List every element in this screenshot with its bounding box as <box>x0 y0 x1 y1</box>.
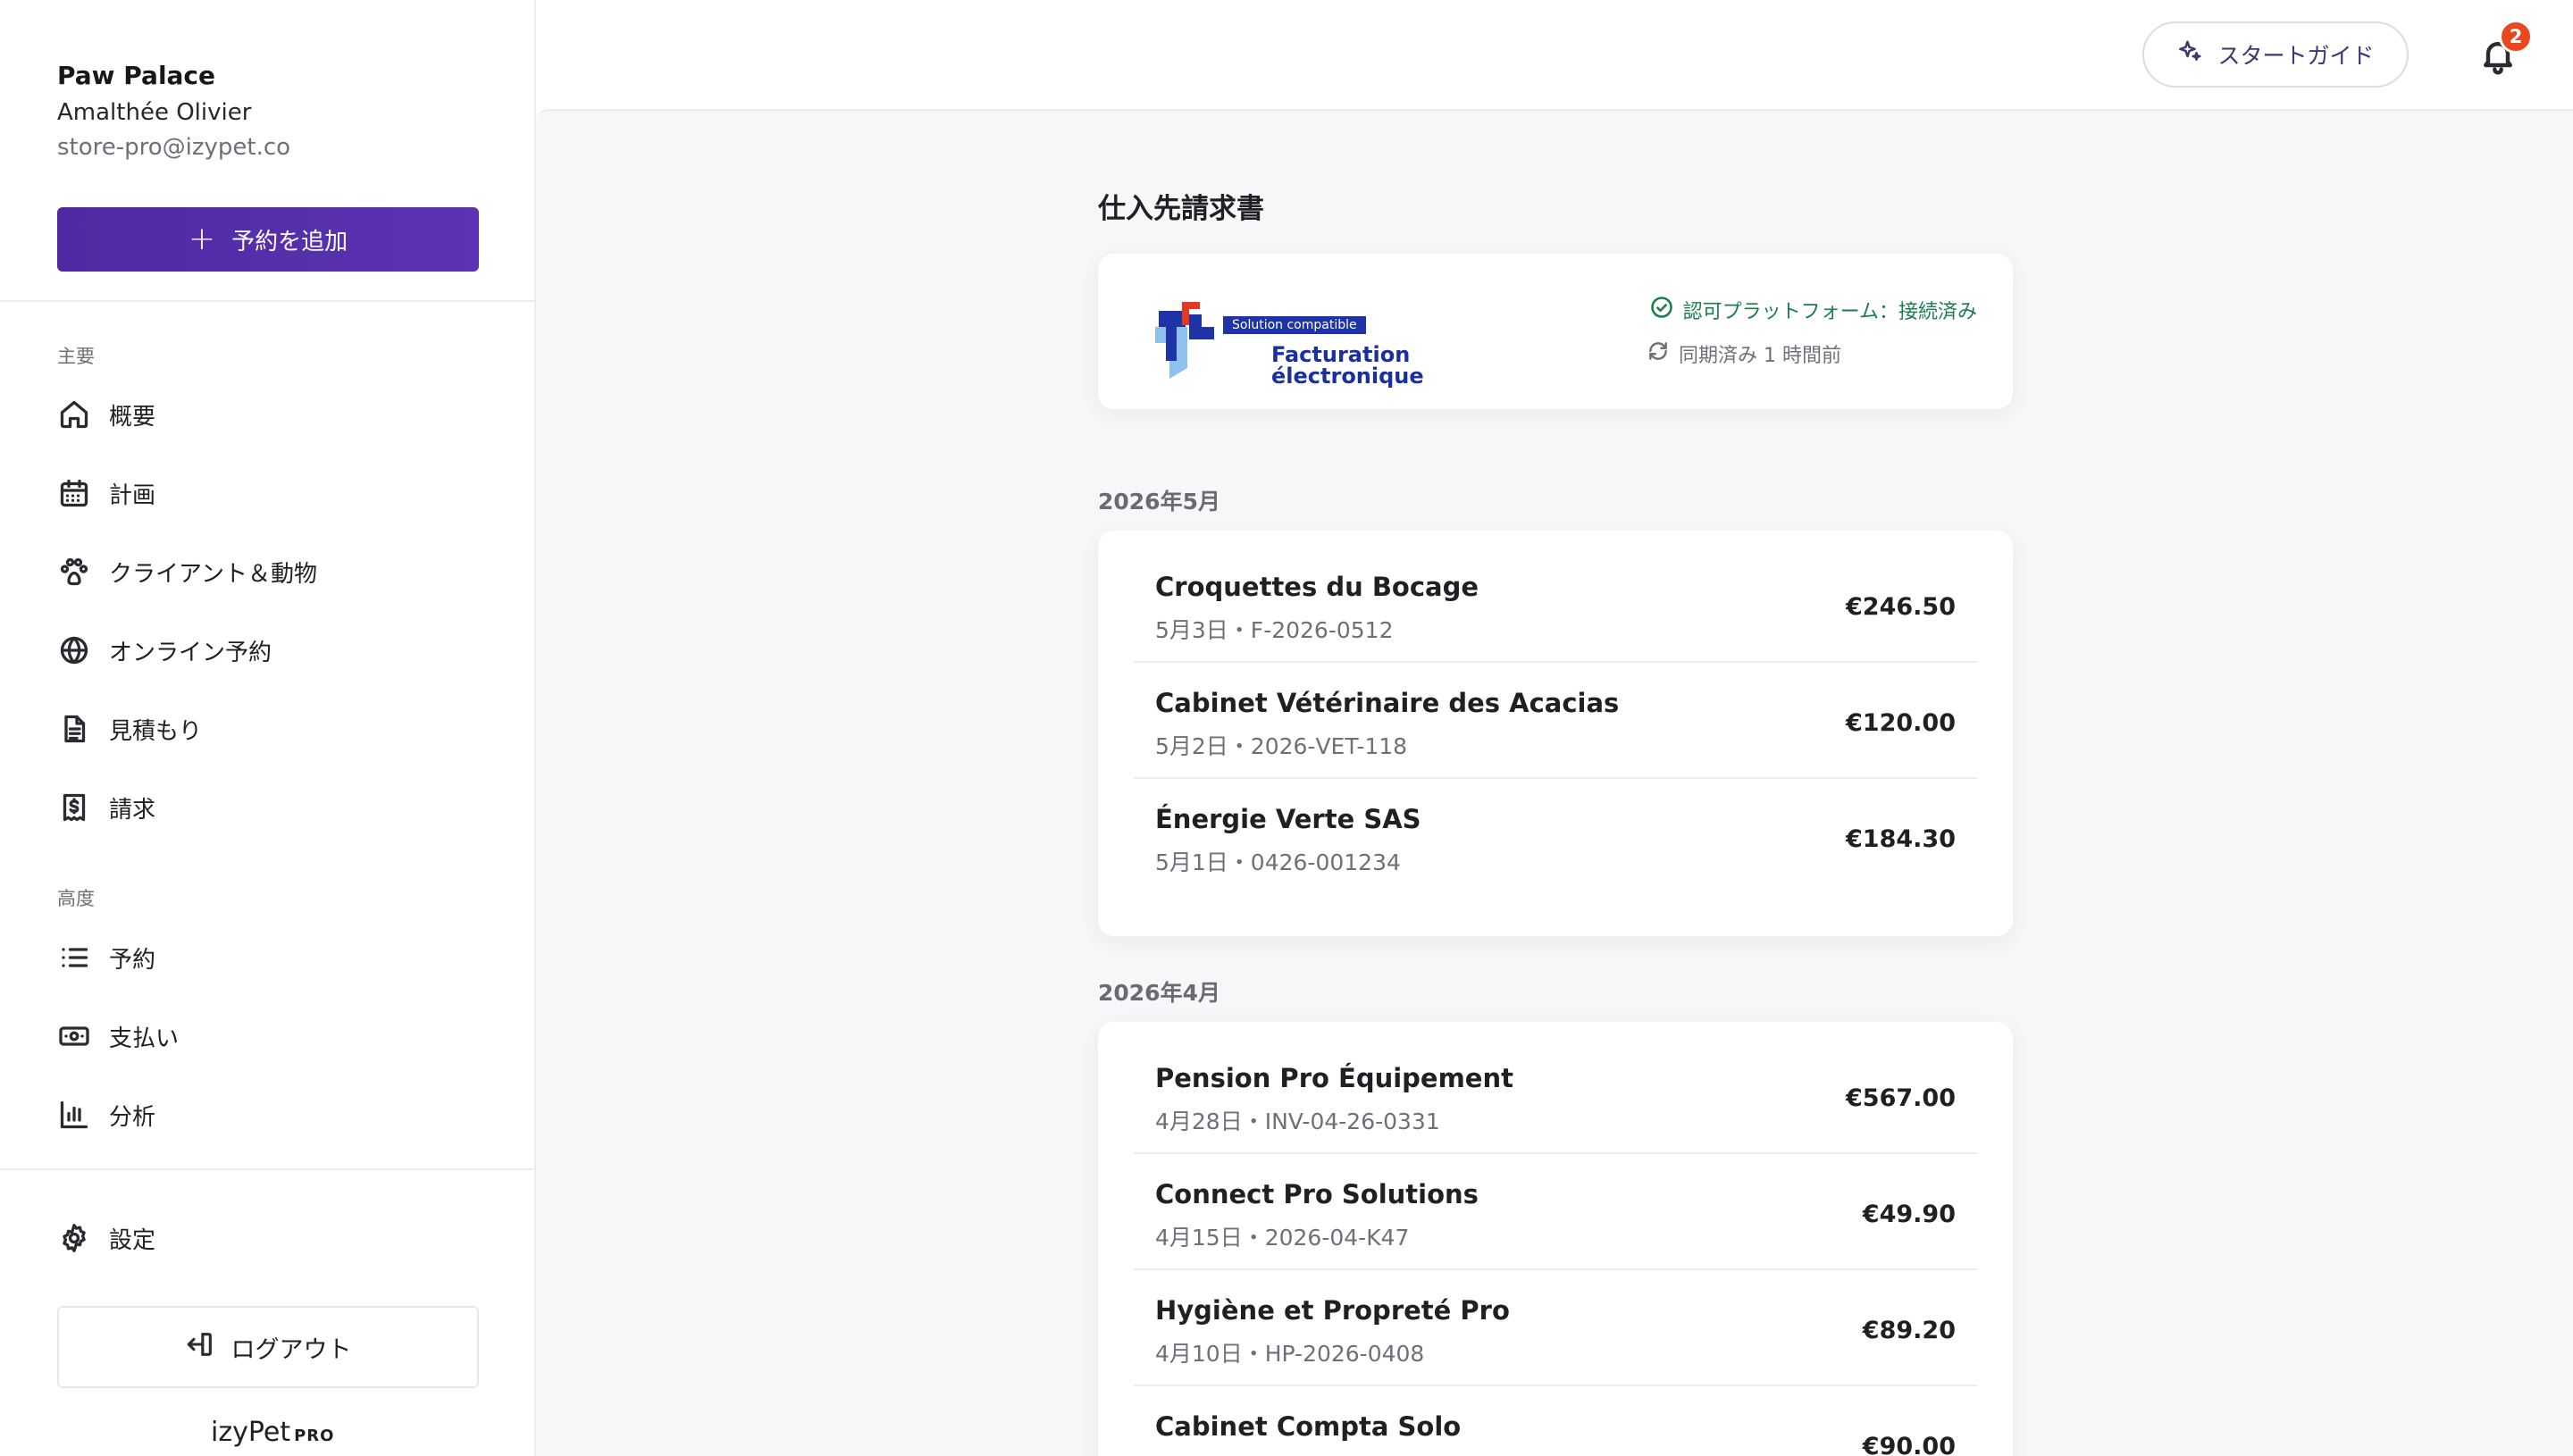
sidebar-item-label: 分析 <box>109 1103 156 1131</box>
sidebar-item-overview[interactable]: 概要 <box>57 388 479 441</box>
sidebar-item-label: 見積もり <box>109 717 203 745</box>
brand-suffix: PRO <box>294 1427 335 1445</box>
invoice-meta: 5月3日・F-2026-0512 <box>1155 617 1394 643</box>
invoice-row[interactable]: Cabinet Vétérinaire des Acacias 5月2日・202… <box>1134 663 1977 779</box>
cash-icon <box>57 1019 91 1053</box>
section-label-advanced: 高度 <box>57 888 95 909</box>
logout-icon <box>185 1329 215 1366</box>
sidebar-item-label: 計画 <box>109 481 156 509</box>
sidebar-item-label: 概要 <box>109 403 156 431</box>
document-icon <box>57 712 91 746</box>
sync-status: 同期済み 1 時間前 <box>1647 339 1841 368</box>
sidebar: Paw Palace Amalthée Olivier store-pro@iz… <box>0 0 536 1456</box>
month-label: 2026年5月 <box>1098 489 1220 515</box>
sidebar-item-clients[interactable]: クライアント＆動物 <box>57 545 479 598</box>
invoice-row[interactable]: Connect Pro Solutions 4月15日・2026-04-K47 … <box>1134 1154 1977 1270</box>
einvoice-line2: électronique <box>1271 364 1424 389</box>
brand-logo: izyPet PRO <box>211 1417 334 1448</box>
sync-status-text: 同期済み 1 時間前 <box>1679 345 1841 367</box>
einvoice-tag: Solution compatible <box>1223 316 1366 334</box>
sidebar-item-billing[interactable]: 請求 <box>57 781 479 834</box>
start-guide-label: スタートガイド <box>2217 43 2375 69</box>
invoice-amount: €120.00 <box>1846 709 1956 737</box>
supplier-name: Croquettes du Bocage <box>1155 572 1479 602</box>
business-name: Paw Palace <box>57 61 216 90</box>
section-label-main: 主要 <box>57 346 95 367</box>
sparkle-icon <box>2176 38 2203 71</box>
page-title: 仕入先請求書 <box>1098 193 1264 225</box>
logout-label: ログアウト <box>230 1335 352 1364</box>
bar-chart-icon <box>57 1098 91 1132</box>
sidebar-item-label: 予約 <box>109 946 156 974</box>
einvoicing-status-card: Solution compatible Facturation électron… <box>1098 254 2013 409</box>
facturation-electronique-logo: Solution compatible Facturation électron… <box>1132 284 1424 388</box>
refresh-icon <box>1647 339 1670 368</box>
add-booking-button[interactable]: + 予約を追加 <box>57 207 479 272</box>
invoice-amount: €246.50 <box>1846 593 1956 621</box>
sidebar-item-label: 請求 <box>109 796 156 824</box>
calendar-icon <box>57 476 91 510</box>
check-circle-icon <box>1649 295 1674 325</box>
invoice-meta: 4月15日・2026-04-K47 <box>1155 1225 1410 1251</box>
supplier-name: Pension Pro Équipement <box>1155 1063 1513 1093</box>
paw-icon <box>57 555 91 589</box>
invoice-amount: €184.30 <box>1846 825 1956 853</box>
sidebar-item-bookings[interactable]: 予約 <box>57 931 479 984</box>
divider <box>0 300 534 302</box>
business-info: Paw Palace Amalthée Olivier store-pro@iz… <box>57 59 290 164</box>
sidebar-item-label: クライアント＆動物 <box>109 560 317 588</box>
sidebar-item-label: 支払い <box>109 1025 180 1052</box>
invoice-row[interactable]: Croquettes du Bocage 5月3日・F-2026-0512 €2… <box>1134 547 1977 663</box>
plus-icon: + <box>188 221 216 257</box>
sidebar-item-payments[interactable]: 支払い <box>57 1009 479 1063</box>
notification-badge: 2 <box>2499 20 2533 54</box>
sidebar-item-online-booking[interactable]: オンライン予約 <box>57 623 479 677</box>
invoice-list-card: Croquettes du Bocage 5月3日・F-2026-0512 €2… <box>1098 531 2013 936</box>
supplier-name: Cabinet Compta Solo <box>1155 1411 1462 1442</box>
gear-icon <box>57 1221 91 1255</box>
add-booking-label: 予約を追加 <box>231 228 348 255</box>
logout-button[interactable]: ログアウト <box>57 1306 479 1388</box>
invoice-row[interactable]: Hygiène et Propreté Pro 4月10日・HP-2026-04… <box>1134 1270 1977 1386</box>
platform-status: 認可プラットフォーム：接続済み <box>1649 295 1977 325</box>
divider <box>0 1168 534 1170</box>
globe-icon <box>57 633 91 667</box>
invoice-row[interactable]: Énergie Verte SAS 5月1日・0426-001234 €184.… <box>1134 779 1977 895</box>
sidebar-item-planning[interactable]: 計画 <box>57 466 479 520</box>
invoice-dollar-icon <box>57 791 91 824</box>
invoice-row[interactable]: Pension Pro Équipement 4月28日・INV-04-26-0… <box>1134 1038 1977 1154</box>
month-label: 2026年4月 <box>1098 980 1220 1006</box>
supplier-name: Connect Pro Solutions <box>1155 1179 1479 1209</box>
invoice-meta: 5月1日・0426-001234 <box>1155 849 1401 875</box>
invoice-list-card: Pension Pro Équipement 4月28日・INV-04-26-0… <box>1098 1022 2013 1456</box>
supplier-name: Énergie Verte SAS <box>1155 804 1421 834</box>
invoice-amount: €49.90 <box>1862 1201 1956 1228</box>
sidebar-item-label: 設定 <box>109 1226 156 1254</box>
invoice-meta: 4月28日・INV-04-26-0331 <box>1155 1109 1440 1134</box>
home-icon <box>57 397 91 431</box>
invoice-amount: €90.00 <box>1862 1433 1956 1456</box>
owner-name: Amalthée Olivier <box>57 99 252 126</box>
start-guide-button[interactable]: スタートガイド <box>2142 21 2409 88</box>
sidebar-item-label: オンライン予約 <box>109 639 272 666</box>
owner-email: store-pro@izypet.co <box>57 134 291 161</box>
invoice-meta: 5月2日・2026-VET-118 <box>1155 733 1408 759</box>
invoice-amount: €567.00 <box>1846 1084 1956 1112</box>
invoice-row[interactable]: Cabinet Compta Solo €90.00 <box>1134 1386 1977 1456</box>
sidebar-item-settings[interactable]: 設定 <box>57 1211 479 1265</box>
supplier-name: Cabinet Vétérinaire des Acacias <box>1155 688 1620 718</box>
sidebar-item-analytics[interactable]: 分析 <box>57 1088 479 1142</box>
brand-name: izyPet <box>211 1417 291 1448</box>
invoice-amount: €89.20 <box>1862 1317 1956 1344</box>
platform-status-text: 認可プラットフォーム：接続済み <box>1682 301 1977 323</box>
sidebar-item-quotes[interactable]: 見積もり <box>57 702 479 756</box>
supplier-name: Hygiène et Propreté Pro <box>1155 1295 1510 1326</box>
invoice-meta: 4月10日・HP-2026-0408 <box>1155 1341 1425 1367</box>
list-icon <box>57 941 91 975</box>
